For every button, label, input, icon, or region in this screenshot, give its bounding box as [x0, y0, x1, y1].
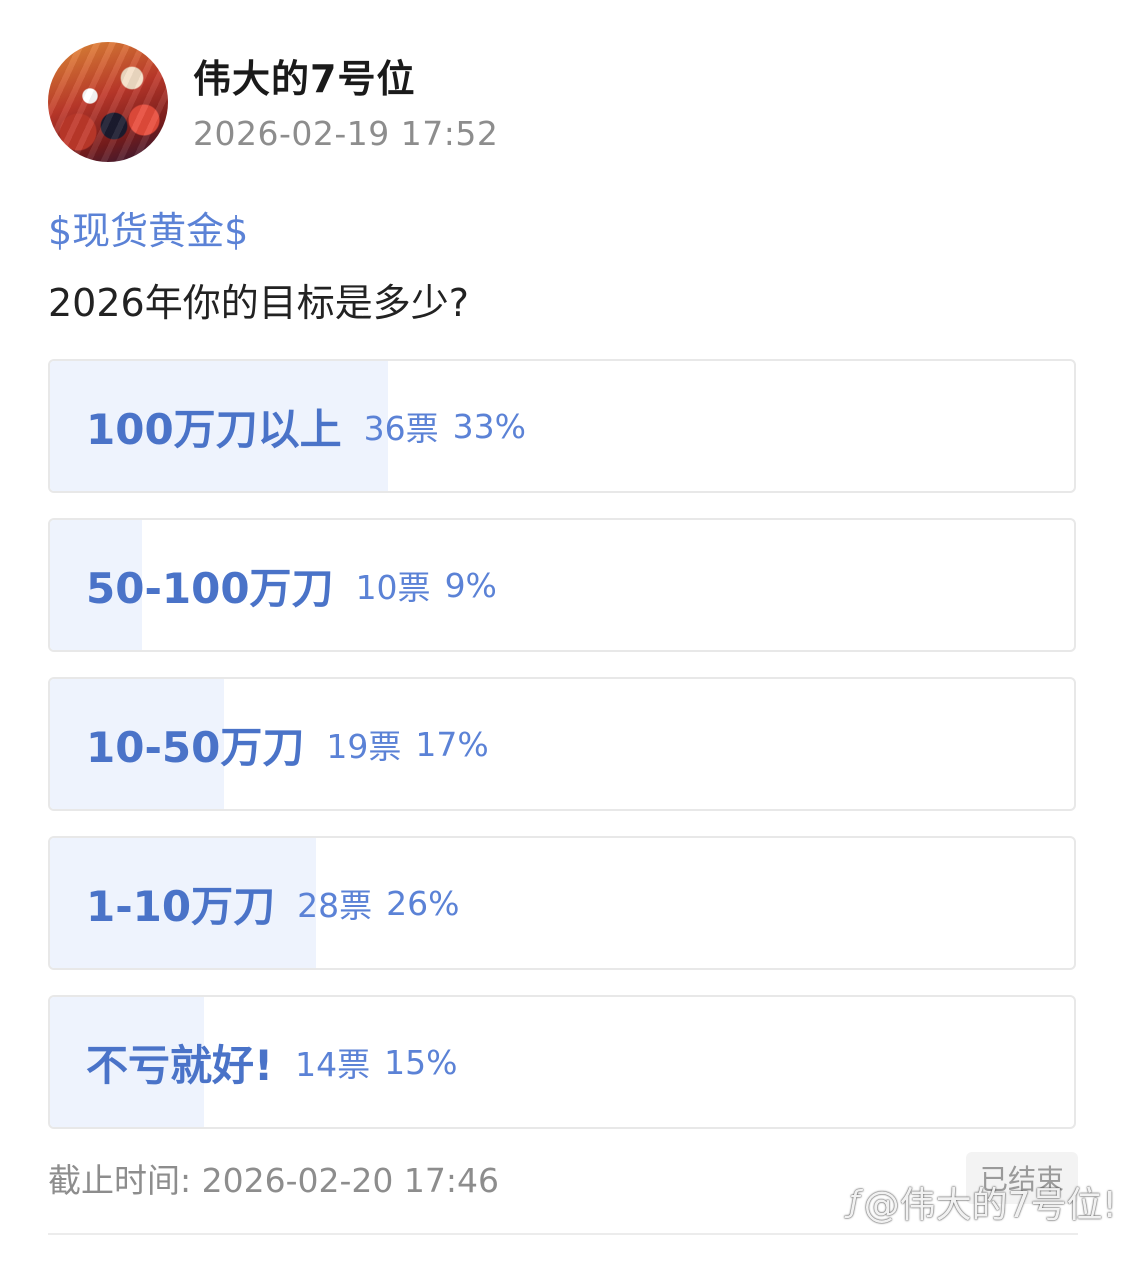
poll-question: 2026年你的目标是多少? [48, 281, 469, 325]
poll-option-label: 不亏就好! [86, 1040, 274, 1090]
post-header: 伟大的7号位 2026-02-19 17:52 [48, 40, 1078, 165]
poll-option-votes: 28票 [297, 886, 373, 925]
poll-option[interactable]: 50-100万刀 10票 9% [48, 518, 1076, 652]
poll-option-percent: 17% [415, 724, 489, 764]
poll-option-percent: 26% [386, 883, 460, 923]
watermark-text: @伟大的7号位! [863, 1185, 1117, 1226]
poll-option-content: 1-10万刀 28票 26% [86, 838, 459, 968]
poll-option[interactable]: 10-50万刀 19票 17% [48, 677, 1076, 811]
poll-option-label: 50-100万刀 [86, 563, 334, 613]
poll-deadline: 截止时间: 2026-02-20 17:46 [48, 1161, 499, 1200]
avatar[interactable] [48, 42, 168, 162]
poll-option[interactable]: 1-10万刀 28票 26% [48, 836, 1076, 970]
poll-option-label: 10-50万刀 [86, 722, 305, 772]
poll-option[interactable]: 100万刀以上 36票 33% [48, 359, 1076, 493]
avatar-image [48, 42, 168, 162]
post-timestamp: 2026-02-19 17:52 [193, 114, 499, 153]
poll-option-label: 1-10万刀 [86, 881, 276, 931]
poll-option-percent: 9% [444, 565, 497, 605]
poll-option-percent: 33% [452, 406, 527, 446]
poll-option-votes: 10票 [355, 568, 431, 607]
poll-option-label: 100万刀以上 [86, 404, 342, 454]
poll-option-content: 10-50万刀 19票 17% [86, 679, 489, 809]
watermark: ƒ @伟大的7号位! [849, 1176, 1117, 1228]
zhihu-logo-icon: ƒ [849, 1184, 860, 1220]
poll-option-percent: 15% [384, 1042, 458, 1082]
topic-link[interactable]: $现货黄金$ [48, 200, 248, 255]
poll-option-content: 100万刀以上 36票 33% [86, 361, 526, 491]
poll-option-content: 50-100万刀 10票 9% [86, 520, 497, 650]
divider [48, 1233, 1078, 1235]
poll-option-votes: 19票 [326, 727, 402, 766]
poll-option[interactable]: 不亏就好! 14票 15% [48, 995, 1076, 1129]
username[interactable]: 伟大的7号位 [193, 48, 415, 103]
poll-options: 100万刀以上 36票 33% 50-100万刀 10票 9% 10-50万刀 … [48, 359, 1076, 1154]
poll-option-votes: 14票 [295, 1045, 371, 1084]
poll-option-votes: 36票 [363, 409, 439, 448]
poll-option-content: 不亏就好! 14票 15% [86, 997, 458, 1127]
